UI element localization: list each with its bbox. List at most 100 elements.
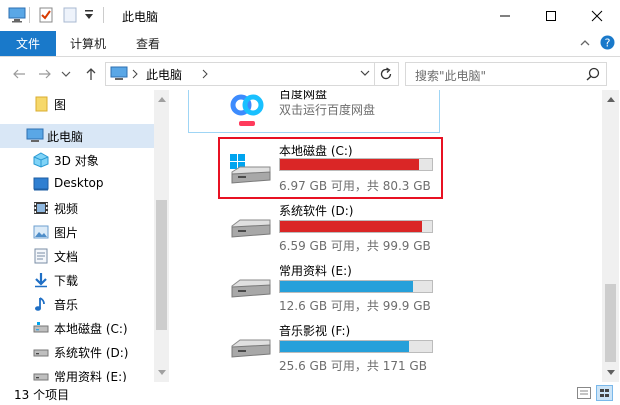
nav-item-label: 图 xyxy=(54,98,67,112)
content-scrollbar[interactable] xyxy=(602,90,619,382)
drive-icon xyxy=(33,368,49,382)
this-pc-icon xyxy=(26,128,44,144)
nav-item-documents[interactable]: 文档 xyxy=(0,244,154,268)
separator xyxy=(374,63,375,85)
qat-dropdown-icon[interactable] xyxy=(84,9,94,21)
item-count: 13 个项目 xyxy=(14,388,70,402)
drive-usage-fill xyxy=(280,221,422,232)
drive-tile-d[interactable]: 系统软件 (D:) 6.59 GB 可用，共 99.9 GB xyxy=(226,202,438,254)
drive-icon xyxy=(33,344,49,360)
back-button[interactable] xyxy=(8,62,30,86)
status-bar: 13 个项目 xyxy=(0,382,620,405)
nav-item-label: 音乐 xyxy=(54,298,79,312)
3d-objects-icon xyxy=(33,152,49,168)
scroll-up-icon[interactable] xyxy=(158,96,166,102)
nav-item-downloads[interactable]: 下载 xyxy=(0,268,154,292)
up-arrow-icon xyxy=(86,68,96,80)
separator xyxy=(29,7,30,23)
breadcrumb-item[interactable]: 此电脑 xyxy=(146,66,182,83)
drive-free-space: 12.6 GB 可用，共 99.9 GB xyxy=(279,299,431,313)
maximize-icon xyxy=(546,10,556,21)
desktop-icon xyxy=(33,176,49,192)
tiles-view-button[interactable] xyxy=(596,385,613,401)
tiles-view-icon xyxy=(600,389,609,397)
forward-button[interactable] xyxy=(34,62,56,86)
recent-locations-button[interactable] xyxy=(58,62,74,86)
nav-item-videos[interactable]: 视频 xyxy=(0,196,154,220)
video-icon xyxy=(33,200,49,216)
nav-item-label: 下载 xyxy=(54,274,79,288)
nav-item-pictures-folder[interactable]: 图 xyxy=(0,92,154,116)
window-title: 此电脑 xyxy=(122,10,159,24)
drive-name: 常用资料 (E:) xyxy=(279,264,352,278)
nav-item-pictures[interactable]: 图片 xyxy=(0,220,154,244)
music-icon xyxy=(33,296,49,312)
scrollbar-thumb[interactable] xyxy=(605,284,616,362)
separator xyxy=(103,7,104,23)
help-icon[interactable]: ? xyxy=(600,35,615,50)
nav-item-drive-e[interactable]: 常用资料 (E:) xyxy=(0,364,154,382)
drive-usage-bar xyxy=(279,220,433,233)
tab-computer[interactable]: 计算机 xyxy=(70,31,106,56)
drive-tile-c[interactable]: 本地磁盘 (C:) 6.97 GB 可用，共 80.3 GB xyxy=(226,142,438,194)
nav-item-drive-d[interactable]: 系统软件 (D:) xyxy=(0,340,154,364)
pictures-icon xyxy=(33,224,49,240)
search-icon[interactable] xyxy=(586,67,600,81)
drive-usage-bar xyxy=(279,340,433,353)
computer-icon[interactable] xyxy=(8,7,26,23)
scroll-down-icon[interactable] xyxy=(607,370,615,376)
nav-item-label: 3D 对象 xyxy=(54,154,99,168)
app-description: 双击运行百度网盘 xyxy=(279,103,376,117)
properties-checkmark-icon[interactable] xyxy=(38,7,54,23)
svg-text:?: ? xyxy=(605,37,611,50)
nav-item-music[interactable]: 音乐 xyxy=(0,292,154,316)
drive-free-space: 25.6 GB 可用，共 171 GB xyxy=(279,359,427,373)
drive-icon xyxy=(33,320,49,336)
drive-free-space: 6.59 GB 可用，共 99.9 GB xyxy=(279,239,431,253)
maximize-button[interactable] xyxy=(528,0,574,31)
drive-free-space: 6.97 GB 可用，共 80.3 GB xyxy=(279,179,431,193)
drive-icon xyxy=(228,218,274,242)
details-view-icon[interactable] xyxy=(577,387,591,399)
windows-drive-icon xyxy=(228,152,274,188)
new-folder-icon[interactable] xyxy=(62,7,78,23)
nav-item-label: 此电脑 xyxy=(47,130,84,144)
nav-item-label: Desktop xyxy=(54,176,104,190)
drive-usage-fill xyxy=(280,159,419,170)
refresh-button[interactable] xyxy=(379,67,393,81)
chevron-down-icon xyxy=(61,71,71,77)
expand-ribbon-icon[interactable] xyxy=(579,38,591,48)
nav-item-label: 文档 xyxy=(54,250,79,264)
search-input[interactable]: 搜索"此电脑" xyxy=(405,62,607,86)
nav-item-desktop[interactable]: Desktop xyxy=(0,172,154,196)
nav-item-label: 图片 xyxy=(54,226,79,240)
folder-icon xyxy=(33,96,49,112)
chevron-right-icon[interactable] xyxy=(202,69,208,79)
navigation-pane: 图 此电脑 3D 对象 Desktop 视频 图片 文档 下载 音乐 本地磁盘 … xyxy=(0,90,154,382)
nav-item-drive-c[interactable]: 本地磁盘 (C:) xyxy=(0,316,154,340)
up-button[interactable] xyxy=(80,62,102,86)
tab-file[interactable]: 文件 xyxy=(0,31,56,56)
app-tile-baidu-netdisk[interactable]: 百度网盘 双击运行百度网盘 xyxy=(188,90,440,133)
chevron-right-icon[interactable] xyxy=(132,69,138,79)
tab-view[interactable]: 查看 xyxy=(136,31,160,56)
scroll-down-icon[interactable] xyxy=(158,370,166,376)
drive-tile-f[interactable]: 音乐影视 (F:) 25.6 GB 可用，共 171 GB xyxy=(226,322,438,374)
close-button[interactable] xyxy=(574,0,620,31)
refresh-icon xyxy=(380,67,392,80)
address-bar[interactable]: 此电脑 xyxy=(105,62,399,86)
scroll-up-icon[interactable] xyxy=(607,96,615,102)
nav-item-3d-objects[interactable]: 3D 对象 xyxy=(0,148,154,172)
nav-pane-scrollbar[interactable] xyxy=(154,90,169,382)
drive-usage-fill xyxy=(280,281,413,292)
drive-icon xyxy=(228,278,274,302)
drive-tile-e[interactable]: 常用资料 (E:) 12.6 GB 可用，共 99.9 GB xyxy=(226,262,438,314)
content-pane: 百度网盘 双击运行百度网盘 本地磁盘 (C:) 6.97 GB 可用，共 80.… xyxy=(170,90,602,382)
minimize-button[interactable] xyxy=(482,0,528,31)
nav-item-this-pc[interactable]: 此电脑 xyxy=(0,124,154,148)
nav-item-label: 视频 xyxy=(54,202,79,216)
scrollbar-thumb[interactable] xyxy=(156,200,167,330)
address-history-dropdown[interactable] xyxy=(360,68,370,78)
drive-usage-bar xyxy=(279,280,433,293)
minimize-icon xyxy=(500,15,510,16)
